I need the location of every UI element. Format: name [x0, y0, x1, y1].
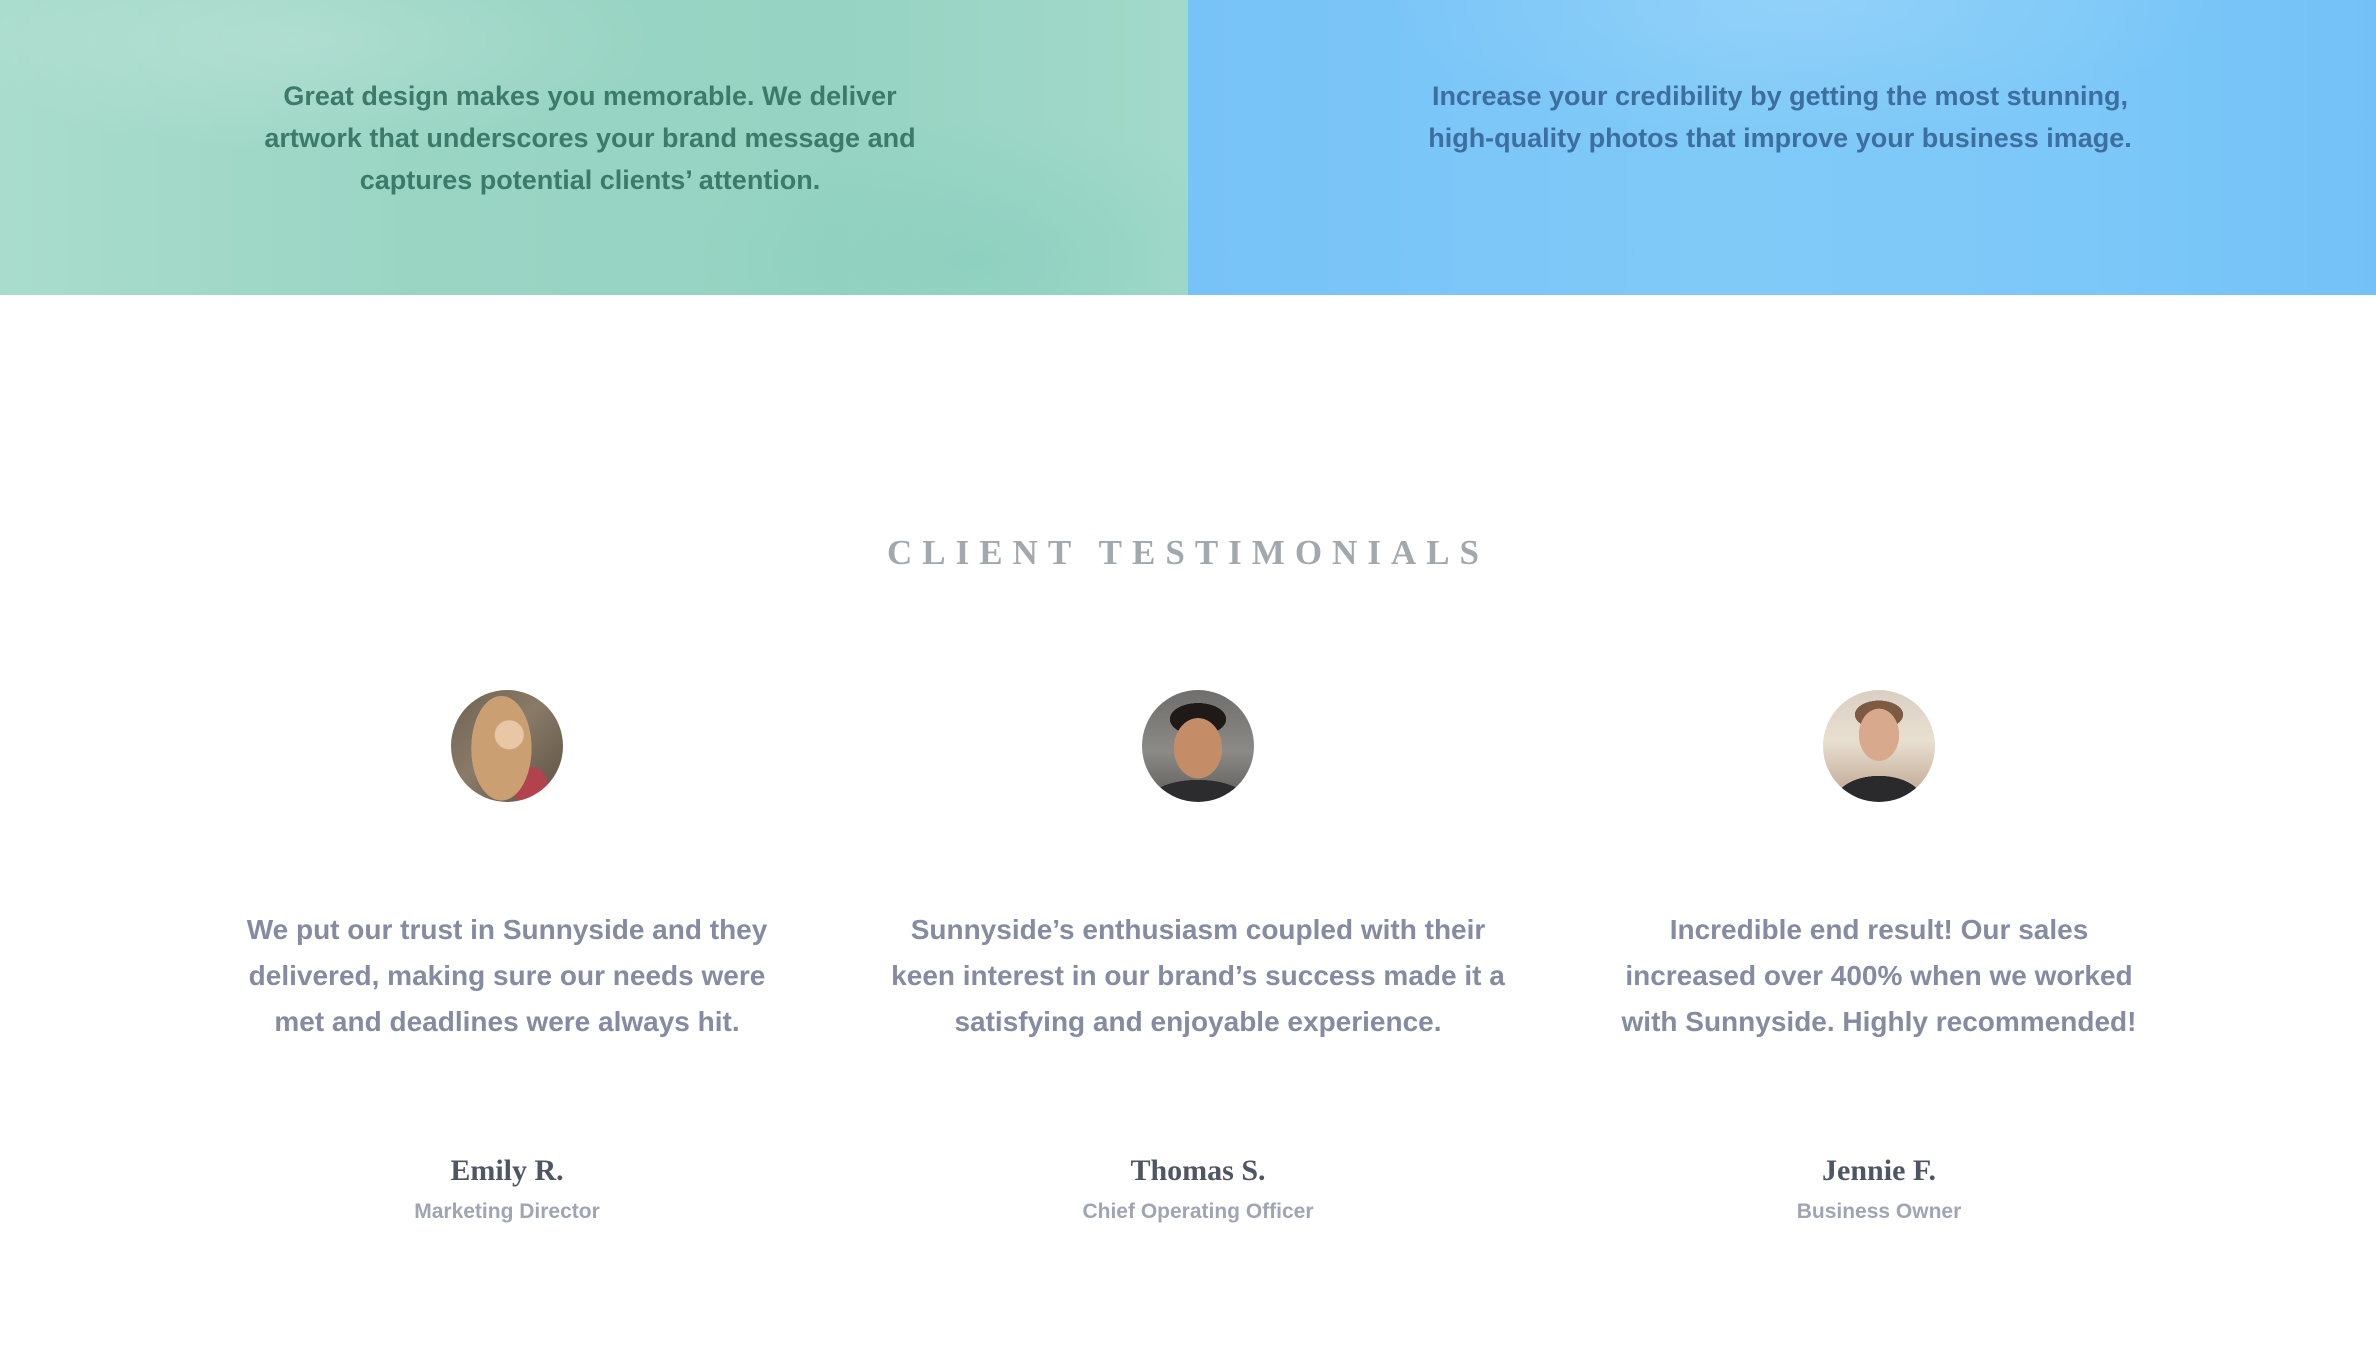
services-panels: Great design makes you memorable. We del…	[0, 0, 2376, 295]
avatar-jennie	[1823, 690, 1935, 802]
testimonial-role: Chief Operating Officer	[1082, 1200, 1314, 1223]
graphic-design-description: Great design makes you memorable. We del…	[264, 81, 916, 195]
testimonials-heading: CLIENT TESTIMONIALS	[886, 533, 1490, 572]
testimonial-name: Emily R.	[450, 1154, 564, 1187]
testimonial-role: Marketing Director	[414, 1200, 600, 1223]
testimonial-card-thomas: Sunnyside’s enthusiasm coupled with thei…	[878, 690, 1518, 1223]
testimonial-role: Business Owner	[1796, 1200, 1962, 1223]
testimonial-quote: Incredible end result! Our sales increas…	[1621, 914, 2137, 1037]
testimonial-quote: We put our trust in Sunnyside and they d…	[246, 914, 768, 1037]
photography-panel: Increase your credibility by getting the…	[1188, 0, 2376, 295]
photography-description: Increase your credibility by getting the…	[1428, 81, 2132, 153]
testimonial-name: Thomas S.	[1130, 1154, 1266, 1187]
testimonial-card-jennie: Incredible end result! Our sales increas…	[1559, 690, 2199, 1223]
avatar-thomas	[1142, 690, 1254, 802]
avatar-emily	[451, 690, 563, 802]
testimonial-quote: Sunnyside’s enthusiasm coupled with thei…	[891, 914, 1505, 1037]
graphic-design-panel: Great design makes you memorable. We del…	[0, 0, 1188, 295]
testimonial-card-emily: We put our trust in Sunnyside and they d…	[187, 690, 827, 1223]
testimonial-name: Jennie F.	[1822, 1154, 1936, 1187]
